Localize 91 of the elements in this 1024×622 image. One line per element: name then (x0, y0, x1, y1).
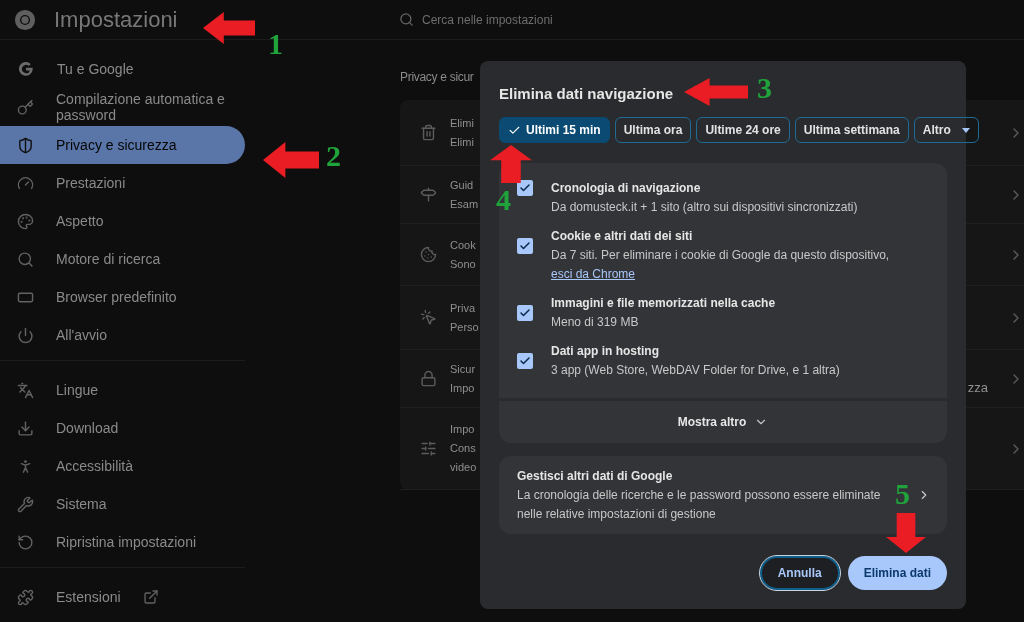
sidebar-item[interactable]: Download (0, 409, 245, 447)
manage-title: Gestisci altri dati di Google (517, 467, 674, 485)
check-icon (519, 307, 531, 319)
dialog-title: Elimina dati navigazione (499, 84, 674, 103)
row-text: Elimi (450, 115, 474, 131)
signpost-icon (420, 186, 437, 203)
step-number: 1 (268, 28, 283, 60)
item-description: Meno di 319 MB (551, 314, 640, 331)
section-heading: Privacy e sicur (400, 69, 474, 86)
translate-icon (17, 381, 34, 399)
row-text: Perso (450, 319, 479, 335)
sidebar-item[interactable]: Tu e Google (0, 50, 245, 88)
reset-icon (17, 533, 34, 551)
check-icon (519, 240, 531, 252)
dropdown-chip[interactable]: Altro (913, 117, 979, 143)
checkbox[interactable] (517, 305, 533, 321)
item-description: Da 7 siti. Per eliminare i cookie di Google da questo dispositivo, esci da Chrome (551, 247, 891, 283)
sidebar-item[interactable]: Aspetto (0, 202, 245, 240)
external-link-icon (143, 589, 159, 605)
row-text: Impo (450, 380, 475, 396)
filter-chip[interactable]: Ultime 24 ore (696, 117, 790, 143)
delete-button[interactable]: Elimina dati (847, 556, 947, 590)
row-text: Priva (450, 300, 476, 316)
sidebar-item[interactable]: Compilazione automatica e password (0, 88, 245, 126)
item-title: Cronologia di navigazione (551, 180, 702, 197)
row-text: video (450, 460, 477, 475)
download-icon (17, 419, 34, 437)
search-field[interactable]: Cerca nelle impostazioni (422, 10, 722, 29)
arrow-icon (490, 145, 532, 183)
row-text: Esam (450, 196, 479, 212)
item-title: Dati app in hosting (551, 343, 660, 360)
sliders-icon (420, 440, 437, 457)
check-icon (519, 182, 531, 194)
cursor-icon (420, 309, 437, 326)
filter-chip[interactable]: Ultima ora (614, 117, 692, 143)
shield-icon (17, 136, 34, 154)
row-text: Cook (450, 237, 476, 253)
chrome-logo-icon (14, 8, 36, 31)
checkbox[interactable] (517, 353, 533, 369)
row-text: Guid (450, 177, 474, 193)
row-text: Sicur (450, 361, 476, 377)
sidebar-item[interactable]: Ripristina impostazioni (0, 523, 245, 561)
sidebar-item[interactable]: Lingue (0, 371, 245, 409)
step-number: 3 (757, 72, 772, 104)
caret-down-icon (961, 127, 970, 133)
power-icon (17, 326, 34, 344)
arrow-icon (263, 142, 319, 178)
palette-icon (17, 212, 34, 230)
cancel-button[interactable]: Annulla (759, 556, 840, 590)
sidebar-item[interactable]: All'avvio (0, 316, 245, 354)
arrow-icon (684, 78, 748, 106)
page-title: Impostazioni (54, 6, 178, 34)
step-number: 2 (326, 140, 341, 172)
manage-description: La cronologia delle ricerche e le password possono essere eliminate nelle relative impostazioni di gestione (517, 486, 882, 523)
row-text: Cons (450, 441, 476, 456)
sidebar-item[interactable]: Privacy e sicurezza (0, 126, 245, 164)
sidebar-item[interactable]: Prestazioni (0, 164, 245, 202)
google-icon (17, 60, 35, 78)
cookie-icon (420, 246, 437, 263)
sidebar-item[interactable]: Browser predefinito (0, 278, 245, 316)
key-icon (17, 98, 34, 116)
sidebar-item[interactable]: Estensioni (0, 578, 245, 616)
sidebar-item[interactable]: Motore di ricerca (0, 240, 245, 278)
item-title: Immagini e file memorizzati nella cache (551, 295, 777, 312)
search-icon (17, 250, 34, 268)
wrench-icon (17, 495, 34, 513)
check-icon (519, 355, 531, 367)
arrow-icon (203, 12, 255, 44)
sidebar-item[interactable]: Accessibilità (0, 447, 245, 485)
row-text: Impo (450, 422, 475, 437)
sign-out-link[interactable]: esci da Chrome (551, 267, 636, 281)
show-more-button[interactable]: Mostra altro (499, 401, 947, 443)
step-number: 5 (895, 478, 910, 510)
checkbox[interactable] (517, 238, 533, 254)
sidebar-item[interactable]: Sistema (0, 485, 245, 523)
search-icon (399, 12, 414, 27)
item-description: Da domusteck.it + 1 sito (altro sui dispositivi sincronizzati) (551, 199, 859, 216)
row-text: Elimi (450, 134, 474, 150)
filter-chip[interactable]: Ultimi 15 min (499, 117, 610, 143)
puzzle-icon (17, 588, 34, 606)
item-title: Cookie e altri dati dei siti (551, 228, 694, 245)
checkbox[interactable] (517, 180, 533, 196)
trash-icon (420, 124, 437, 141)
gauge-icon (17, 174, 34, 192)
step-number: 4 (496, 184, 511, 216)
row-text: zza (967, 378, 988, 397)
filter-chip[interactable]: Ultima settimana (794, 117, 909, 143)
lock-icon (420, 370, 437, 387)
row-text: Sono (450, 256, 476, 272)
arrow-icon (886, 513, 926, 553)
item-description: 3 app (Web Store, WebDAV Folder for Drive, e 1 altra) (551, 362, 841, 379)
